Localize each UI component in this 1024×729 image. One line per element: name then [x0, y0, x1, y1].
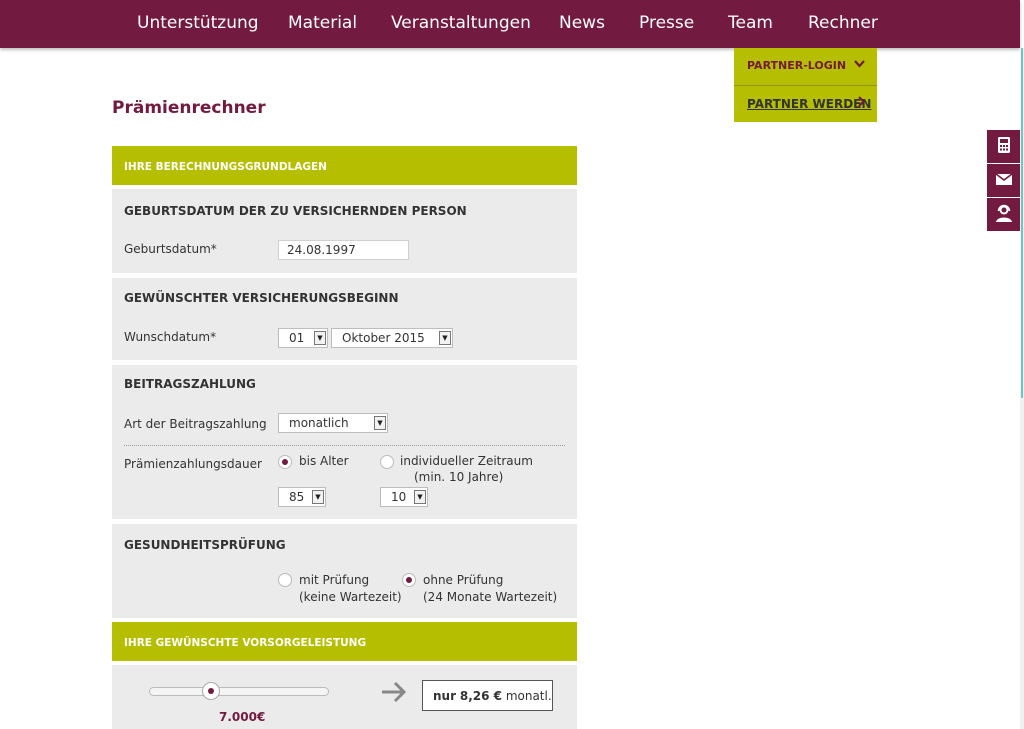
section-header-main: IHRE BERECHNUNGSGRUNDLAGEN: [112, 146, 577, 185]
radio-ohne-label: ohne Prüfung: [423, 573, 504, 587]
result-suffix: monatl.: [505, 689, 552, 703]
support-button[interactable]: [987, 198, 1020, 232]
radio-mit-note: (keine Wartezeit): [299, 590, 402, 604]
payment-heading: BEITRAGSZAHLUNG: [124, 377, 256, 391]
panel-payment: BEITRAGSZAHLUNG Art der Beitragszahlung …: [112, 365, 577, 519]
panel-insurance-start: GEWÜNSCHTER VERSICHERUNGSBEGINN Wunschda…: [112, 278, 577, 360]
top-navigation: Unterstützung Material Veranstaltungen N…: [0, 0, 1020, 48]
panel-birth-date: GEBURTSDATUM DER ZU VERSICHERNDEN PERSON…: [112, 189, 577, 273]
nav-material[interactable]: Material: [288, 13, 357, 33]
result-prefix: nur: [433, 689, 457, 703]
payment-type-select[interactable]: monatlich ▼: [278, 413, 388, 433]
partner-werden-label: PARTNER WERDEN: [747, 97, 872, 111]
mail-button[interactable]: [987, 164, 1020, 198]
panel-benefit: 7.000€ nur 8,26 € monatl.: [112, 665, 577, 729]
nav-team[interactable]: Team: [728, 13, 773, 33]
support-agent-icon: [995, 203, 1013, 227]
nav-presse[interactable]: Presse: [639, 13, 694, 33]
radio-bis-alter-label: bis Alter: [299, 454, 349, 468]
start-day-value: 01: [289, 331, 305, 345]
partner-login-button[interactable]: PARTNER-LOGIN: [734, 48, 877, 85]
birth-date-input[interactable]: 24.08.1997: [278, 240, 409, 260]
panel-health-check: GESUNDHEITSPRÜFUNG mit Prüfung (keine Wa…: [112, 524, 577, 618]
side-toolbar: [987, 130, 1020, 232]
chevron-right-icon: [858, 96, 866, 110]
years-select[interactable]: 10 ▼: [380, 487, 428, 507]
page-title: Prämienrechner: [112, 98, 266, 118]
start-month-select[interactable]: Oktober 2015 ▼: [331, 328, 453, 348]
chevron-down-icon: [854, 58, 865, 71]
dropdown-arrow-icon: ▼: [312, 490, 324, 504]
start-month-value: Oktober 2015: [342, 331, 425, 345]
radio-ohne-note: (24 Monate Wartezeit): [423, 590, 558, 604]
scrollbar-thumb[interactable]: [1021, 48, 1023, 398]
payment-duration-label: Prämienzahlungsdauer: [124, 457, 262, 471]
result-value: 8,26 €: [459, 689, 502, 703]
radio-individueller-zeitraum[interactable]: [380, 455, 394, 469]
radio-ohne-pruefung[interactable]: [402, 573, 416, 587]
nav-news[interactable]: News: [559, 13, 605, 33]
divider: [124, 445, 565, 446]
radio-bis-alter[interactable]: [278, 455, 292, 469]
radio-mit-pruefung[interactable]: [278, 573, 292, 587]
section-header-benefit: IHRE GEWÜNSCHTE VORSORGELEISTUNG: [112, 622, 577, 661]
benefit-slider-track[interactable]: [149, 687, 329, 696]
start-label: Wunschdatum*: [124, 330, 217, 344]
calculator-button[interactable]: [987, 130, 1020, 164]
nav-unterstuetzung[interactable]: Unterstützung: [137, 13, 259, 33]
benefit-slider-thumb[interactable]: [202, 682, 220, 700]
premium-result: nur 8,26 € monatl.: [422, 680, 553, 711]
calculator-icon: [996, 136, 1012, 158]
nav-veranstaltungen[interactable]: Veranstaltungen: [391, 13, 531, 33]
radio-individual-note: (min. 10 Jahre): [414, 470, 504, 484]
scrollbar[interactable]: [1020, 48, 1024, 729]
dropdown-arrow-icon: ▼: [314, 331, 326, 345]
partner-login-label: PARTNER-LOGIN: [747, 59, 847, 72]
arrow-right-icon: [380, 680, 408, 708]
mail-icon: [995, 171, 1013, 190]
dropdown-arrow-icon: ▼: [439, 331, 451, 345]
dropdown-arrow-icon: ▼: [374, 416, 386, 430]
age-select[interactable]: 85 ▼: [278, 487, 326, 507]
radio-mit-label: mit Prüfung: [299, 573, 370, 587]
partner-werden-link[interactable]: PARTNER WERDEN: [734, 85, 877, 122]
health-heading: GESUNDHEITSPRÜFUNG: [124, 538, 286, 552]
birth-heading: GEBURTSDATUM DER ZU VERSICHERNDEN PERSON: [124, 204, 467, 218]
birth-label: Geburtsdatum*: [124, 242, 217, 256]
start-heading: GEWÜNSCHTER VERSICHERUNGSBEGINN: [124, 291, 399, 305]
benefit-amount: 7.000€: [219, 710, 266, 724]
nav-rechner[interactable]: Rechner: [808, 13, 878, 33]
years-value: 10: [391, 490, 407, 504]
payment-type-value: monatlich: [289, 416, 349, 430]
radio-individual-label: individueller Zeitraum: [400, 454, 533, 468]
payment-type-label: Art der Beitragszahlung: [124, 417, 267, 431]
start-day-select[interactable]: 01 ▼: [278, 328, 328, 348]
age-value: 85: [289, 490, 305, 504]
dropdown-arrow-icon: ▼: [414, 490, 426, 504]
